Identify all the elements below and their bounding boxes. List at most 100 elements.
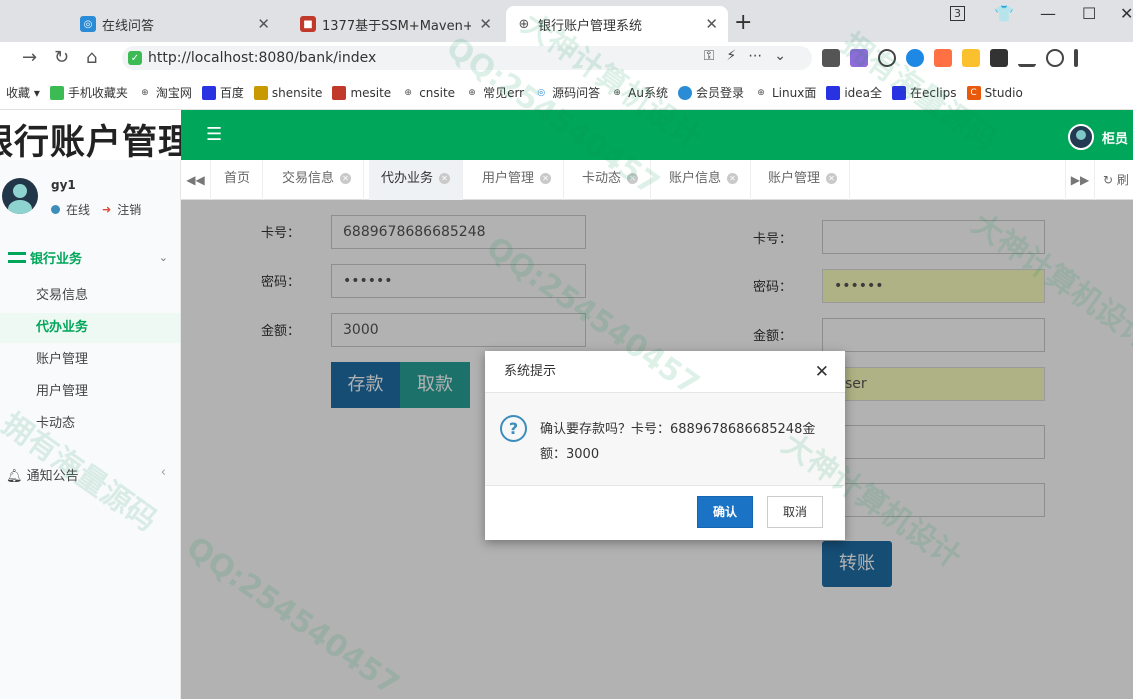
browser-tab-bank[interactable]: ⊕ 银行账户管理系统 ✕: [506, 6, 728, 42]
bookmark-label: shensite: [271, 85, 323, 100]
paw-icon: [826, 85, 841, 100]
reload-icon[interactable]: ↻: [54, 47, 69, 68]
browser-tab-title: 银行账户管理系统: [538, 18, 643, 34]
close-icon[interactable]: ✕: [815, 351, 829, 393]
bookmark-item[interactable]: shensite: [253, 85, 323, 100]
url-bar[interactable]: ✓ http://localhost:8080/bank/index ⚿⚡⋯⌄: [122, 46, 812, 70]
maximize-icon[interactable]: ☐: [1082, 4, 1096, 23]
close-tab-icon[interactable]: ✕: [257, 15, 270, 33]
bookmark-item[interactable]: ⊕ Linux面: [754, 84, 816, 101]
bookmark-item[interactable]: C Studio: [966, 85, 1023, 100]
download-icon[interactable]: [1018, 49, 1036, 67]
secure-shield-icon: ✓: [128, 51, 142, 65]
question-icon: ?: [500, 415, 527, 442]
sidebar-item-agent-business[interactable]: 代办业务: [0, 313, 180, 343]
close-tab-icon[interactable]: ✕: [479, 15, 492, 33]
bookmark-label: Studio: [984, 85, 1023, 100]
tab-label: 代办业务: [381, 171, 434, 186]
bookmark-item[interactable]: ⊕ 常见err: [465, 84, 524, 101]
header-user-menu[interactable]: 柜员: [1068, 124, 1128, 150]
apps-icon[interactable]: [990, 49, 1008, 67]
extension-icons: [822, 49, 1078, 67]
extension-icon[interactable]: [822, 49, 840, 67]
close-tab-icon[interactable]: ✕: [627, 173, 639, 184]
forward-icon[interactable]: →: [22, 47, 37, 68]
home-icon[interactable]: ⌂: [86, 47, 97, 68]
user-status: 在线 ➜ 注销: [51, 201, 141, 218]
bookmarks-bar: 收藏 ▾ 手机收藏夹 ⊕ 淘宝网 百度 shensite mesite ⊕ cnsi…: [0, 76, 1133, 110]
confirm-button[interactable]: 确认: [697, 496, 753, 528]
tab-scroll-left-icon[interactable]: ◀◀: [181, 160, 211, 200]
bookmark-item[interactable]: idea全: [826, 84, 882, 101]
browser-tab-title: 1377基于SSM+Maven+Shir: [322, 18, 472, 34]
bookmark-label: 会员登录: [695, 86, 744, 100]
bookmark-item[interactable]: 百度: [201, 84, 244, 101]
logout-icon[interactable]: ➜: [102, 203, 111, 216]
close-window-icon[interactable]: ✕: [1120, 4, 1133, 23]
cancel-button[interactable]: 取消: [767, 496, 823, 528]
sidebar-item-card-activity[interactable]: 卡动态: [0, 409, 180, 439]
globe-icon: ⊕: [613, 87, 621, 98]
browser-tab-bar: ◎ 在线问答 ✕ ■ 1377基于SSM+Maven+Shir ✕ ⊕ 银行账户…: [0, 0, 1133, 42]
tab-transactions[interactable]: 交易信息 ✕: [270, 160, 365, 200]
app-logo[interactable]: 银行账户管理系统: [0, 110, 181, 160]
sidebar-item-users[interactable]: 用户管理: [0, 377, 180, 407]
sidebar-toggle-icon[interactable]: ☰: [206, 124, 222, 145]
scissors-icon[interactable]: [878, 49, 896, 67]
sidebar-item-notice[interactable]: 🔔︎ 通知公告 ‹: [6, 465, 166, 484]
tab-home[interactable]: 首页: [212, 160, 264, 200]
bookmark-item[interactable]: 收藏 ▾: [6, 84, 40, 101]
game-icon[interactable]: [934, 49, 952, 67]
minimize-icon[interactable]: —: [1040, 4, 1056, 23]
url-tools-icons[interactable]: ⚿⚡⋯⌄: [704, 48, 798, 64]
close-tab-icon[interactable]: ✕: [540, 173, 552, 184]
tab-account-info[interactable]: 账户信息 ✕: [657, 160, 752, 200]
logout-link[interactable]: 注销: [117, 201, 141, 218]
tab-scroll-right-icon[interactable]: ▶▶: [1065, 160, 1095, 200]
bookmark-item[interactable]: ⊕ 淘宝网: [138, 84, 192, 101]
qa-icon: ◎: [537, 87, 546, 98]
search-ext-icon[interactable]: [906, 49, 924, 67]
close-tab-icon[interactable]: ✕: [705, 15, 718, 33]
bookmark-item[interactable]: mesite: [332, 85, 391, 100]
bookmark-item[interactable]: 会员登录: [677, 84, 744, 101]
tab-accounts[interactable]: 账户管理 ✕: [756, 160, 851, 200]
globe-icon: ⊕: [757, 87, 765, 98]
bookmark-item[interactable]: ⊕ cnsite: [401, 86, 455, 100]
bookmark-item[interactable]: 手机收藏夹: [49, 84, 128, 101]
tab-users[interactable]: 用户管理 ✕: [470, 160, 565, 200]
site-icon: [332, 85, 347, 100]
new-tab-icon[interactable]: +: [734, 10, 752, 35]
bookmark-item[interactable]: ◎ 源码问答: [534, 84, 600, 101]
tab-card-activity[interactable]: 卡动态 ✕: [570, 160, 652, 200]
refresh-button[interactable]: ↻ 刷: [1103, 160, 1129, 200]
close-tab-icon[interactable]: ✕: [826, 173, 838, 184]
bookmark-item[interactable]: 在eclips: [892, 84, 957, 101]
user-name: gy1: [51, 178, 76, 192]
bookmark-item[interactable]: ⊕ Au系统: [610, 84, 668, 101]
header-user-label: 柜员: [1102, 131, 1129, 147]
tab-counter[interactable]: 3: [950, 6, 965, 21]
tab-label: 交易信息: [282, 171, 335, 186]
undo-icon[interactable]: [1046, 49, 1064, 67]
logo-text: 银行账户管理系统: [0, 122, 181, 160]
sidebar-group-banking[interactable]: 银行业务 ⌄: [8, 248, 168, 267]
sidebar-item-transactions[interactable]: 交易信息: [0, 281, 180, 311]
translate-icon[interactable]: [850, 49, 868, 67]
sidebar-item-accounts[interactable]: 账户管理: [0, 345, 180, 375]
browser-tab-qa[interactable]: ◎ 在线问答 ✕: [70, 6, 280, 42]
card-icon: [8, 252, 26, 263]
sidebar-group-label: 银行业务: [30, 252, 83, 267]
close-tab-icon[interactable]: ✕: [340, 173, 352, 184]
bookmark-label: 源码问答: [552, 86, 601, 100]
bookmark-label: Linux面: [771, 86, 817, 100]
online-dot-icon: [51, 205, 60, 214]
browser-tab-ssm[interactable]: ■ 1377基于SSM+Maven+Shir ✕: [290, 6, 502, 42]
content-tab-bar: ◀◀ 首页 交易信息 ✕ 代办业务 ✕ 用户管理 ✕ 卡动态 ✕ 账户信息 ✕ 账户管理 ✕…: [181, 160, 1133, 200]
shirt-icon[interactable]: 👕: [994, 4, 1014, 23]
close-tab-icon[interactable]: ✕: [727, 173, 739, 184]
shield-ext-icon[interactable]: [962, 49, 980, 67]
close-tab-icon[interactable]: ✕: [439, 173, 451, 184]
tab-agent-business[interactable]: 代办业务 ✕: [369, 160, 464, 200]
menu-icon[interactable]: [1074, 49, 1078, 67]
